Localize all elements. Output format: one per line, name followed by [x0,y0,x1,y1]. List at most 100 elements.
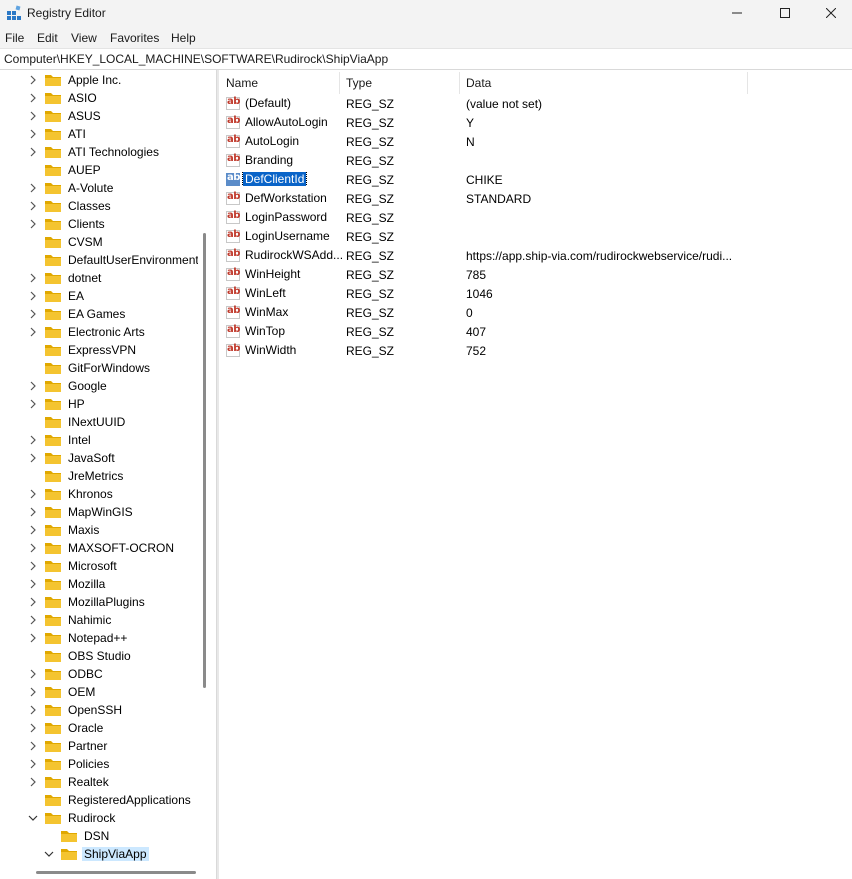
value-row[interactable]: ab LoginPassword REG_SZ [220,209,748,228]
tree-item[interactable]: DSN [44,827,111,845]
chevron-right-icon[interactable] [28,579,38,589]
chevron-right-icon[interactable] [28,201,38,211]
value-row[interactable]: ab AutoLogin REG_SZ N [220,133,748,152]
address-bar[interactable]: Computer\HKEY_LOCAL_MACHINE\SOFTWARE\Rud… [0,48,852,70]
chevron-right-icon[interactable] [28,723,38,733]
chevron-down-icon[interactable] [28,813,38,823]
chevron-right-icon[interactable] [28,435,38,445]
tree-item[interactable]: Oracle [28,719,105,737]
tree-item[interactable]: Nahimic [28,611,113,629]
chevron-right-icon[interactable] [28,741,38,751]
tree-item[interactable]: MapWinGIS [28,503,135,521]
tree-item[interactable]: ATI Technologies [28,143,161,161]
chevron-right-icon[interactable] [28,219,38,229]
key-tree[interactable]: Apple Inc. ASIO ASUS ATI ATI Technologies AUE… [0,70,214,879]
chevron-right-icon[interactable] [28,507,38,517]
chevron-right-icon[interactable] [28,759,38,769]
column-header-type[interactable]: Type [340,72,460,94]
chevron-right-icon[interactable] [28,453,38,463]
address-path[interactable]: Computer\HKEY_LOCAL_MACHINE\SOFTWARE\Rud… [4,52,388,66]
tree-item[interactable]: INextUUID [28,413,127,431]
value-row[interactable]: ab Branding REG_SZ [220,152,748,171]
tree-item[interactable]: OpenSSH [28,701,124,719]
chevron-right-icon[interactable] [28,543,38,553]
tree-item[interactable]: AUEP [28,161,103,179]
chevron-right-icon[interactable] [28,75,38,85]
chevron-right-icon[interactable] [28,705,38,715]
chevron-right-icon[interactable] [28,93,38,103]
tree-item[interactable]: Classes [28,197,113,215]
menu-favorites[interactable]: Favorites [110,31,159,45]
tree-item[interactable]: Intel [28,431,93,449]
chevron-right-icon[interactable] [28,525,38,535]
tree-item[interactable]: EA [28,287,86,305]
column-header-data[interactable]: Data [460,72,748,94]
chevron-right-icon[interactable] [28,183,38,193]
chevron-right-icon[interactable] [28,111,38,121]
chevron-right-icon[interactable] [28,489,38,499]
tree-item[interactable]: RegisteredApplications [28,791,193,809]
chevron-right-icon[interactable] [28,597,38,607]
tree-horizontal-scrollbar-thumb[interactable] [36,871,196,874]
tree-item[interactable]: OEM [28,683,97,701]
tree-item[interactable]: Apple Inc. [28,71,123,89]
tree-item[interactable]: Google [28,377,109,395]
tree-item[interactable]: Rudirock [28,809,117,827]
tree-item[interactable]: dotnet [28,269,103,287]
value-row[interactable]: ab (Default) REG_SZ (value not set) [220,95,748,114]
chevron-right-icon[interactable] [28,327,38,337]
tree-item[interactable]: Clients [28,215,107,233]
chevron-right-icon[interactable] [28,381,38,391]
chevron-right-icon[interactable] [28,669,38,679]
tree-item[interactable]: ShipViaApp [44,845,149,863]
menu-help[interactable]: Help [171,31,196,45]
tree-item[interactable]: DefaultUserEnvironment [28,251,201,269]
maximize-button[interactable] [762,0,808,26]
tree-item[interactable]: Maxis [28,521,101,539]
tree-scrollbar-thumb[interactable] [203,233,206,688]
column-header-name[interactable]: Name [220,72,340,94]
tree-item[interactable]: EA Games [28,305,127,323]
value-row[interactable]: ab DefClientId REG_SZ CHIKE [220,171,748,190]
chevron-right-icon[interactable] [28,129,38,139]
tree-item[interactable]: ExpressVPN [28,341,138,359]
chevron-right-icon[interactable] [28,273,38,283]
chevron-down-icon[interactable] [44,849,54,859]
value-row[interactable]: ab WinMax REG_SZ 0 [220,304,748,323]
chevron-right-icon[interactable] [28,615,38,625]
value-row[interactable]: ab AllowAutoLogin REG_SZ Y [220,114,748,133]
pane-splitter[interactable] [216,70,219,879]
chevron-right-icon[interactable] [28,309,38,319]
tree-item[interactable]: ASUS [28,107,103,125]
tree-item[interactable]: JavaSoft [28,449,117,467]
tree-item[interactable]: MAXSOFT-OCRON [28,539,176,557]
value-row[interactable]: ab RudirockWSAdd... REG_SZ https://app.ship… [220,247,748,266]
tree-item[interactable]: OBS Studio [28,647,133,665]
chevron-right-icon[interactable] [28,777,38,787]
close-button[interactable] [808,0,852,26]
tree-item[interactable]: Policies [28,755,111,773]
chevron-right-icon[interactable] [28,687,38,697]
tree-item[interactable]: JreMetrics [28,467,125,485]
value-row[interactable]: ab WinTop REG_SZ 407 [220,323,748,342]
tree-item[interactable]: GitForWindows [28,359,152,377]
tree-item[interactable]: Notepad++ [28,629,129,647]
tree-item[interactable]: Khronos [28,485,115,503]
tree-item[interactable]: MozillaPlugins [28,593,147,611]
menu-file[interactable]: File [5,31,24,45]
tree-item[interactable]: HP [28,395,87,413]
tree-item[interactable]: Electronic Arts [28,323,147,341]
tree-item[interactable]: ATI [28,125,88,143]
value-row[interactable]: ab LoginUsername REG_SZ [220,228,748,247]
tree-item[interactable]: ODBC [28,665,105,683]
chevron-right-icon[interactable] [28,561,38,571]
value-row[interactable]: ab WinWidth REG_SZ 752 [220,342,748,361]
tree-item[interactable]: Mozilla [28,575,107,593]
tree-item[interactable]: ASIO [28,89,99,107]
value-row[interactable]: ab DefWorkstation REG_SZ STANDARD [220,190,748,209]
chevron-right-icon[interactable] [28,399,38,409]
tree-item[interactable]: A-Volute [28,179,115,197]
chevron-right-icon[interactable] [28,291,38,301]
value-row[interactable]: ab WinLeft REG_SZ 1046 [220,285,748,304]
tree-item[interactable]: CVSM [28,233,105,251]
